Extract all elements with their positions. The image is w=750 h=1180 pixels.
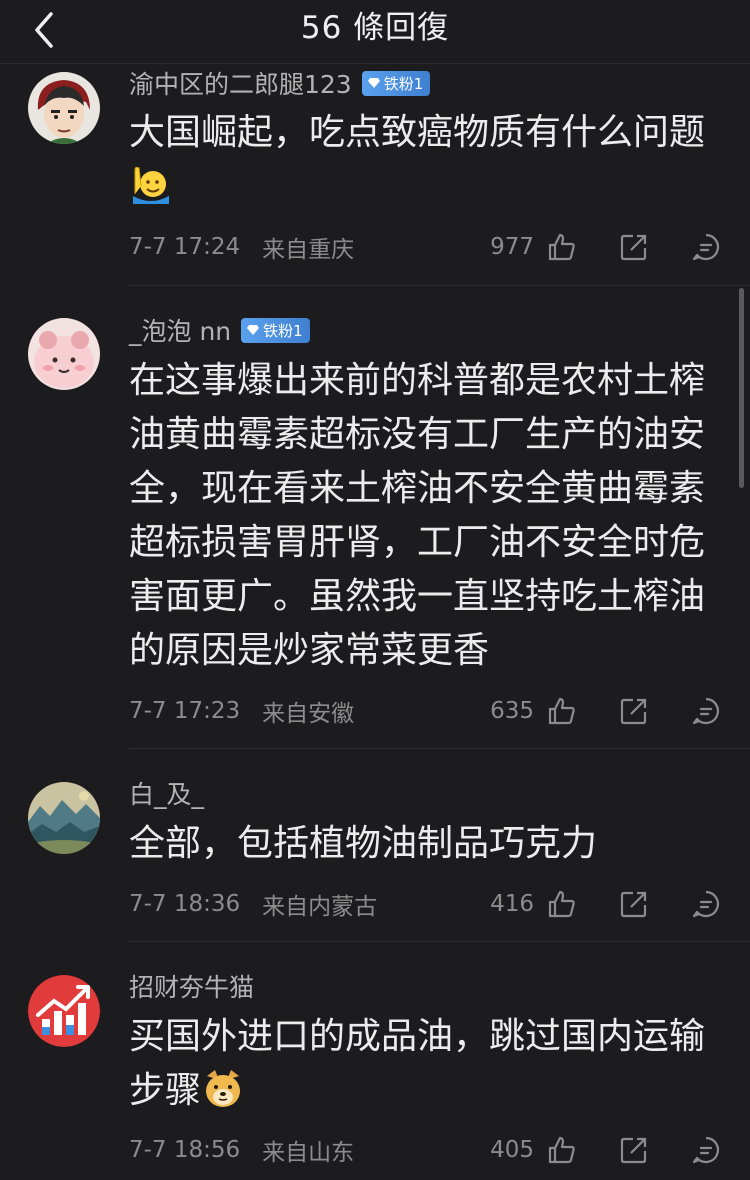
fan-badge: 铁粉1 <box>361 70 431 96</box>
thumbs-up-icon <box>548 1136 575 1164</box>
comment-item: _泡泡 nn 铁粉1 在这事爆出来前的科普都是农村土榨油黄曲霉素超标没有工厂生产… <box>0 286 750 749</box>
reply-button[interactable] <box>690 888 722 920</box>
share-icon <box>620 1137 647 1164</box>
comment-meta: 7-7 17:23 来自安徽 635 <box>129 695 722 727</box>
avatar[interactable] <box>28 72 100 144</box>
comments-page: 56 條回復 渝中区的二郎腿123 铁粉1 大国崛起，吃点致癌物质有什么问题 7… <box>0 0 750 1180</box>
share-button[interactable] <box>618 231 650 263</box>
avatar-image <box>28 318 100 390</box>
comment-time: 7-7 17:24 <box>129 234 241 260</box>
header-bar: 56 條回復 <box>0 0 750 64</box>
reply-button[interactable] <box>690 231 722 263</box>
comment-bubble-icon <box>692 890 720 918</box>
thumbs-up-icon <box>548 233 575 261</box>
comment-bubble-icon <box>692 697 720 725</box>
like-count: 635 <box>490 698 534 724</box>
comment-item: 招财夯牛猫 买国外进口的成品油，跳过国内运输步骤 7-7 18:56 来自山东 … <box>0 942 750 1180</box>
raising-hand-emoji-icon <box>133 166 169 204</box>
comment-text-content: 大国崛起，吃点致癌物质有什么问题 <box>129 112 706 153</box>
comment-location: 来自内蒙古 <box>262 894 378 920</box>
comment-time: 7-7 18:56 <box>129 1137 241 1163</box>
comment-meta: 7-7 18:56 来自山东 405 <box>129 1134 722 1166</box>
username[interactable]: 招财夯牛猫 <box>129 968 254 1004</box>
like-button[interactable] <box>546 695 578 727</box>
avatar[interactable] <box>28 975 100 1047</box>
comment-location: 来自重庆 <box>262 237 355 263</box>
avatar-image <box>28 72 100 144</box>
comment-time: 7-7 18:36 <box>129 891 241 917</box>
comment-meta: 7-7 17:24 来自重庆 977 <box>129 231 722 263</box>
share-icon <box>620 891 647 918</box>
comment-location: 来自山东 <box>262 1140 355 1166</box>
name-row: 渝中区的二郎腿123 铁粉1 <box>129 65 431 101</box>
name-row: _泡泡 nn 铁粉1 <box>129 314 310 346</box>
comment-bubble-icon <box>692 233 720 261</box>
avatar-image <box>28 782 100 854</box>
badge-label: 铁粉1 <box>263 321 303 340</box>
comment-time: 7-7 17:23 <box>129 698 241 724</box>
comment-item: 渝中区的二郎腿123 铁粉1 大国崛起，吃点致癌物质有什么问题 7-7 17:2… <box>0 64 750 286</box>
thumbs-up-icon <box>548 890 575 918</box>
share-icon <box>620 234 647 261</box>
like-button[interactable] <box>546 888 578 920</box>
like-count: 416 <box>490 891 534 917</box>
comment-meta: 7-7 18:36 来自内蒙古 416 <box>129 888 722 920</box>
comment-text: 买国外进口的成品油，跳过国内运输步骤 <box>129 1010 719 1118</box>
comment-item: 白_及_ 全部，包括植物油制品巧克力 7-7 18:36 来自内蒙古 416 <box>0 749 750 942</box>
username[interactable]: 白_及_ <box>129 775 204 811</box>
comment-bubble-icon <box>692 1136 720 1164</box>
avatar[interactable] <box>28 318 100 390</box>
doge-emoji-icon <box>206 1070 241 1107</box>
avatar[interactable] <box>28 782 100 854</box>
share-icon <box>620 698 647 725</box>
like-count: 977 <box>490 234 534 260</box>
username[interactable]: 渝中区的二郎腿123 <box>129 65 352 101</box>
name-row: 招财夯牛猫 <box>129 970 254 1002</box>
comment-location: 来自安徽 <box>262 701 355 727</box>
share-button[interactable] <box>618 695 650 727</box>
username[interactable]: _泡泡 nn <box>129 312 231 348</box>
name-row: 白_及_ <box>129 777 204 809</box>
reply-button[interactable] <box>690 1134 722 1166</box>
badge-label: 铁粉1 <box>383 74 424 93</box>
comment-text: 大国崛起，吃点致癌物质有什么问题 <box>129 106 719 214</box>
like-button[interactable] <box>546 231 578 263</box>
reply-button[interactable] <box>690 695 722 727</box>
like-button[interactable] <box>546 1134 578 1166</box>
avatar-image <box>28 975 100 1047</box>
thumbs-up-icon <box>548 697 575 725</box>
comment-text: 全部，包括植物油制品巧克力 <box>129 823 598 864</box>
diamond-icon <box>247 325 260 335</box>
like-count: 405 <box>490 1137 534 1163</box>
diamond-icon <box>367 78 380 88</box>
comment-text: 在这事爆出来前的科普都是农村土榨油黄曲霉素超标没有工厂生产的油安全，现在看来土榨… <box>129 360 706 671</box>
scrollbar[interactable] <box>739 288 744 488</box>
fan-badge: 铁粉1 <box>241 317 310 343</box>
share-button[interactable] <box>618 888 650 920</box>
share-button[interactable] <box>618 1134 650 1166</box>
page-title: 56 條回復 <box>300 10 450 46</box>
